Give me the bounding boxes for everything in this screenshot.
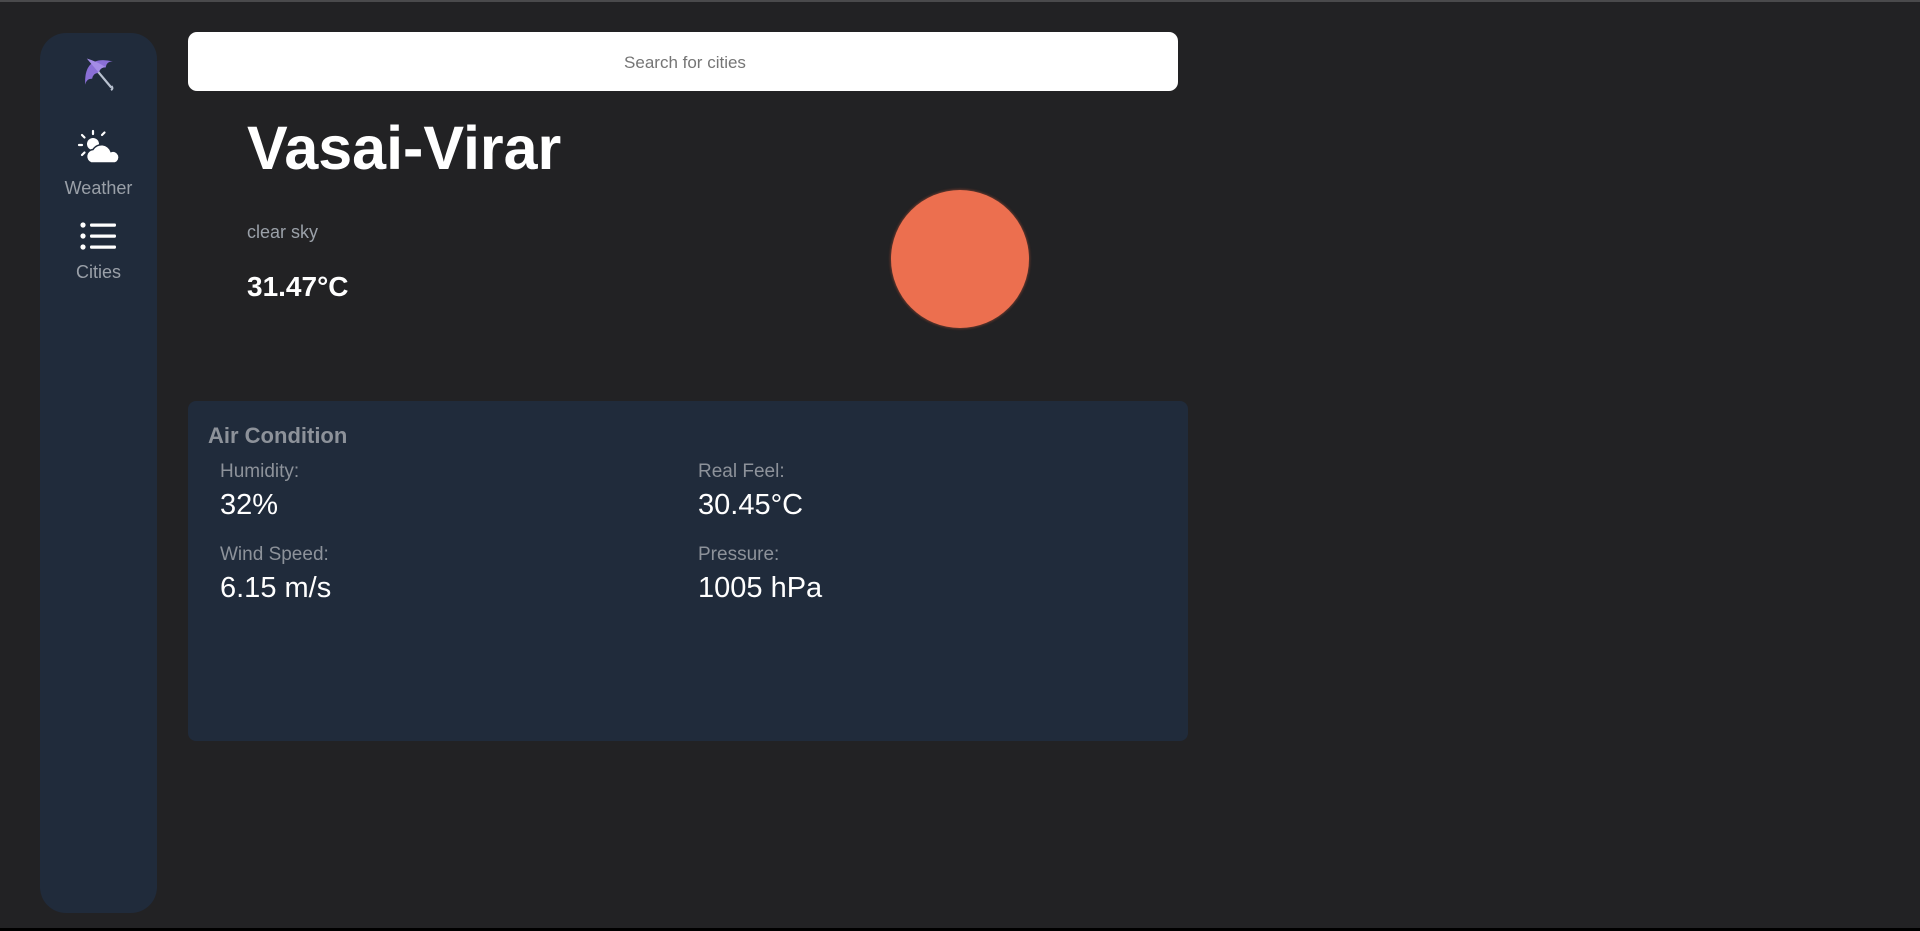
- search-bar: [188, 32, 1182, 93]
- wind-speed-label: Wind Speed:: [220, 544, 329, 565]
- sidebar-item-cities[interactable]: Cities: [40, 221, 157, 283]
- wind-speed-value: 6.15 m/s: [220, 572, 332, 604]
- sidebar-item-label: Cities: [75, 262, 121, 282]
- sidebar: Weather Cities: [40, 33, 157, 913]
- real-feel-label: Real Feel:: [698, 461, 785, 482]
- cloud-sun-icon: [40, 129, 157, 174]
- air-condition-title: Air Condition: [208, 423, 348, 448]
- sidebar-item-weather[interactable]: Weather: [40, 129, 157, 199]
- umbrella-icon: [77, 51, 121, 95]
- wind-speed-metric: Wind Speed: 6.15 m/s: [220, 544, 331, 605]
- sidebar-item-label: Weather: [64, 178, 133, 198]
- city-name: Vasai-Virar: [247, 114, 562, 182]
- real-feel-metric: Real Feel: 30.45°C: [698, 461, 803, 522]
- real-feel-value: 30.45°C: [698, 489, 804, 521]
- air-condition-panel: Air Condition Humidity: 32% Real Feel: 3…: [188, 401, 1188, 741]
- current-temperature: 31.47°C: [247, 271, 349, 302]
- sun-icon: [891, 190, 1029, 328]
- humidity-metric: Humidity: 32%: [220, 461, 299, 522]
- humidity-value: 32%: [220, 489, 279, 521]
- list-icon: [40, 221, 157, 258]
- pressure-metric: Pressure: 1005 hPa: [698, 544, 822, 605]
- pressure-label: Pressure:: [698, 544, 780, 565]
- weather-description: clear sky: [247, 222, 319, 242]
- search-input[interactable]: [188, 32, 1182, 93]
- humidity-label: Humidity:: [220, 461, 300, 482]
- window-top-border: [0, 0, 1920, 2]
- pressure-value: 1005 hPa: [698, 572, 823, 604]
